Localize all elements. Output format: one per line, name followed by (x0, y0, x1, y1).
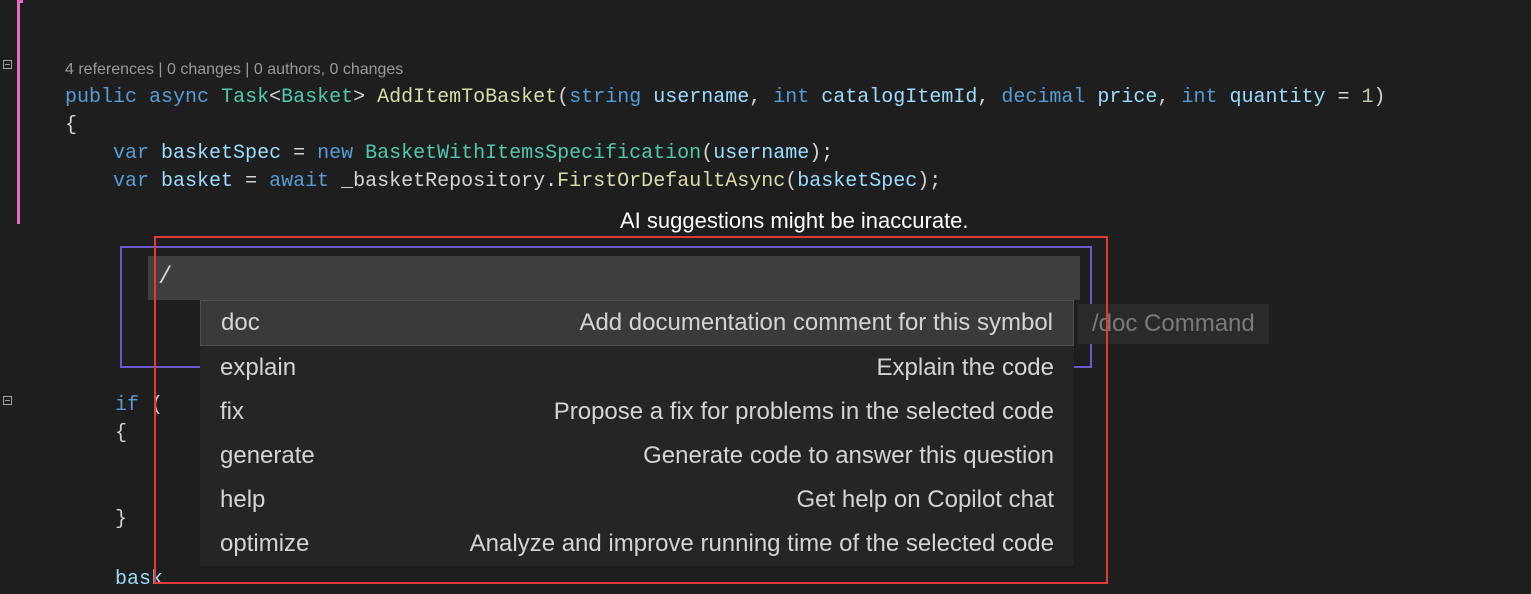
suggestion-explain[interactable]: explain Explain the code (200, 346, 1074, 390)
suggestion-name: fix (220, 398, 244, 426)
keyword-new: new (317, 142, 353, 165)
punc: ( (557, 86, 569, 109)
suggestion-name: help (220, 486, 265, 514)
keyword-public: public (65, 86, 137, 109)
ai-disclaimer-text: AI suggestions might be inaccurate. (620, 208, 969, 234)
punc: = (281, 142, 317, 165)
param-name: catalogItemId (821, 86, 977, 109)
command-suggestions-list: doc Add documentation comment for this sy… (200, 300, 1074, 566)
code-editor[interactable]: 4 references | 0 changes | 0 authors, 0 … (0, 0, 1531, 224)
var-name: basket (161, 170, 233, 193)
type-name: BasketWithItemsSpecification (365, 142, 701, 165)
suggestion-desc: Explain the code (877, 354, 1054, 382)
param-type: decimal (1001, 86, 1085, 109)
param-type: int (773, 86, 809, 109)
punc: ( (785, 170, 797, 193)
var-name: basketSpec (161, 142, 281, 165)
suggestion-desc: Analyze and improve running time of the … (470, 530, 1054, 558)
command-tooltip: /doc Command (1078, 304, 1269, 344)
param-name: username (653, 86, 749, 109)
suggestion-fix[interactable]: fix Propose a fix for problems in the sel… (200, 390, 1074, 434)
punc: ( (701, 142, 713, 165)
suggestion-desc: Generate code to answer this question (643, 442, 1054, 470)
suggestion-desc: Add documentation comment for this symbo… (579, 309, 1053, 337)
code-line-brace-close: } (115, 506, 127, 534)
keyword-async: async (149, 86, 209, 109)
param-type: int (1181, 86, 1217, 109)
param-name: price (1097, 86, 1157, 109)
copilot-chat-input[interactable]: / (148, 256, 1080, 300)
punc: , (1157, 86, 1169, 109)
brace: { (65, 114, 77, 137)
collapse-icon[interactable] (3, 396, 12, 405)
suggestion-name: explain (220, 354, 296, 382)
suggestion-name: doc (221, 309, 260, 337)
param-type: string (569, 86, 641, 109)
code-line-partial: bask (115, 566, 163, 594)
punc: , (977, 86, 989, 109)
field: _basketRepository (341, 170, 545, 193)
change-indicator (17, 0, 23, 224)
type-basket: Basket (281, 86, 353, 109)
punc: > (353, 86, 365, 109)
punc: ); (917, 170, 941, 193)
suggestion-name: generate (220, 442, 315, 470)
code-line-if: if ( (115, 392, 163, 420)
suggestion-desc: Get help on Copilot chat (797, 486, 1055, 514)
codelens[interactable]: 4 references | 0 changes | 0 authors, 0 … (65, 61, 403, 78)
punc: = (233, 170, 269, 193)
type-task: Task (221, 86, 269, 109)
suggestion-optimize[interactable]: optimize Analyze and improve running time… (200, 522, 1074, 566)
suggestion-name: optimize (220, 530, 309, 558)
default-value: 1 (1362, 86, 1374, 109)
keyword-await: await (269, 170, 329, 193)
keyword-var: var (113, 170, 149, 193)
collapse-icon[interactable] (3, 60, 12, 69)
method-name: AddItemToBasket (377, 86, 557, 109)
arg: basketSpec (797, 170, 917, 193)
param-name: quantity (1229, 86, 1325, 109)
suggestion-desc: Propose a fix for problems in the select… (554, 398, 1054, 426)
punc: . (545, 170, 557, 193)
punc: , (749, 86, 761, 109)
code-area[interactable]: 4 references | 0 changes | 0 authors, 0 … (25, 0, 1531, 224)
punc: = (1325, 86, 1361, 109)
code-line-brace: { (115, 420, 127, 448)
suggestion-help[interactable]: help Get help on Copilot chat (200, 478, 1074, 522)
keyword-var: var (113, 142, 149, 165)
punc: ); (809, 142, 833, 165)
suggestion-doc[interactable]: doc Add documentation comment for this sy… (200, 300, 1074, 346)
punc: < (269, 86, 281, 109)
suggestion-generate[interactable]: generate Generate code to answer this que… (200, 434, 1074, 478)
punc: ) (1374, 86, 1386, 109)
arg: username (713, 142, 809, 165)
method-call: FirstOrDefaultAsync (557, 170, 785, 193)
